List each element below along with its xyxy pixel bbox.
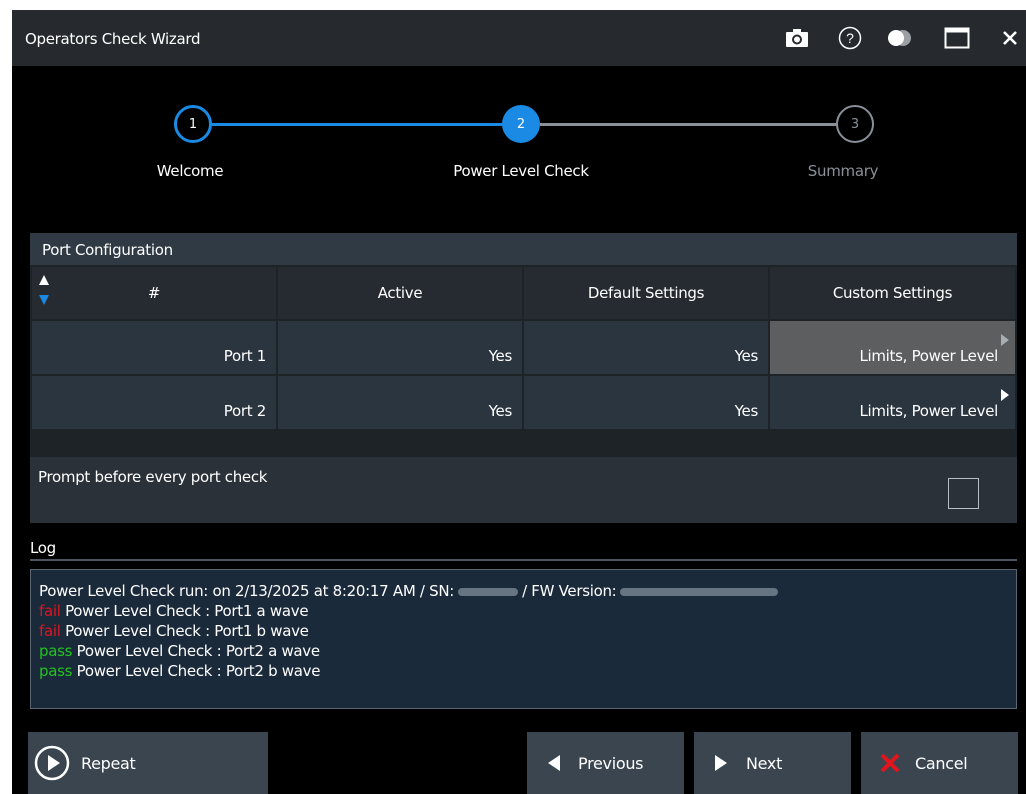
previous-arrow-icon xyxy=(547,754,561,776)
prompt-checkbox[interactable] xyxy=(948,478,979,509)
step-1-circle[interactable]: 1 xyxy=(174,105,212,143)
previous-button[interactable]: Previous xyxy=(527,732,684,794)
sort-icon[interactable] xyxy=(38,273,50,311)
column-header-number[interactable]: # xyxy=(32,267,276,319)
wizard-stepper: 1 2 3 Welcome Power Level Check Summary xyxy=(12,66,1026,233)
title-bar: Operators Check Wizard ? xyxy=(12,10,1026,66)
step-connector-done xyxy=(212,123,502,126)
button-bar: Repeat Previous Next Cancel xyxy=(12,722,1026,794)
table-cell-active[interactable]: Yes xyxy=(278,376,522,429)
log-label: Log xyxy=(30,539,56,557)
log-entry: pass Power Level Check : Port2 a wave xyxy=(39,642,320,660)
cancel-x-icon xyxy=(880,753,900,777)
toggle-icon[interactable] xyxy=(884,22,916,54)
expand-arrow-icon[interactable] xyxy=(1001,389,1009,401)
column-header-active-label: Active xyxy=(377,284,423,302)
port-configuration-header: Port Configuration xyxy=(30,233,1017,265)
table-cell-custom[interactable]: Limits, Power Level xyxy=(770,376,1015,429)
column-header-default-label: Default Settings xyxy=(587,284,705,302)
log-output[interactable]: Power Level Check run: on 2/13/2025 at 8… xyxy=(30,569,1017,709)
column-header-default-settings[interactable]: Default Settings xyxy=(524,267,768,319)
port-configuration-section: Port Configuration # Active Default Sett… xyxy=(30,233,1017,457)
repeat-button[interactable]: Repeat xyxy=(28,732,268,794)
operators-check-wizard-window: Operators Check Wizard ? 1 2 3 Welcome P… xyxy=(12,10,1026,794)
maximize-icon[interactable] xyxy=(941,22,973,54)
log-entry: pass Power Level Check : Port2 b wave xyxy=(39,662,321,680)
expand-arrow-icon[interactable] xyxy=(1001,334,1009,346)
repeat-button-label: Repeat xyxy=(81,754,136,773)
help-icon[interactable]: ? xyxy=(834,22,866,54)
prompt-before-port-check-row[interactable]: Prompt before every port check xyxy=(30,457,1017,523)
next-button[interactable]: Next xyxy=(694,732,851,794)
previous-button-label: Previous xyxy=(578,754,644,773)
step-2-circle[interactable]: 2 xyxy=(502,105,540,143)
cancel-button[interactable]: Cancel xyxy=(861,732,1018,794)
next-arrow-icon xyxy=(714,754,728,776)
log-entry: fail Power Level Check : Port1 b wave xyxy=(39,622,309,640)
log-entry: fail Power Level Check : Port1 a wave xyxy=(39,602,309,620)
prompt-label: Prompt before every port check xyxy=(38,468,268,486)
column-header-custom-label: Custom Settings xyxy=(832,284,953,302)
log-header-line: Power Level Check run: on 2/13/2025 at 8… xyxy=(39,581,1016,601)
step-3-label: Summary xyxy=(807,162,879,180)
redacted-serial-number xyxy=(458,587,519,596)
window-title: Operators Check Wizard xyxy=(25,30,201,48)
camera-icon[interactable] xyxy=(781,22,813,54)
redacted-firmware-version xyxy=(620,587,779,596)
step-2-label: Power Level Check xyxy=(453,162,589,180)
log-divider xyxy=(30,559,1017,561)
cancel-button-label: Cancel xyxy=(915,754,968,773)
step-1-label: Welcome xyxy=(156,162,224,180)
play-circle-icon xyxy=(34,745,70,785)
column-header-active[interactable]: Active xyxy=(278,267,522,319)
table-cell-custom-selected[interactable]: Limits, Power Level xyxy=(770,321,1015,374)
port-configuration-title: Port Configuration xyxy=(42,241,173,259)
table-cell-default[interactable]: Yes xyxy=(524,321,768,374)
table-cell-port[interactable]: Port 1 xyxy=(32,321,276,374)
table-cell-default[interactable]: Yes xyxy=(524,376,768,429)
column-header-number-label: # xyxy=(147,284,161,302)
step-connector-pending xyxy=(540,123,836,126)
next-button-label: Next xyxy=(746,754,783,773)
table-cell-port[interactable]: Port 2 xyxy=(32,376,276,429)
svg-text:?: ? xyxy=(846,30,854,46)
column-header-custom-settings[interactable]: Custom Settings xyxy=(770,267,1015,319)
table-cell-active[interactable]: Yes xyxy=(278,321,522,374)
step-3-circle[interactable]: 3 xyxy=(836,105,874,143)
close-icon[interactable] xyxy=(994,22,1026,54)
